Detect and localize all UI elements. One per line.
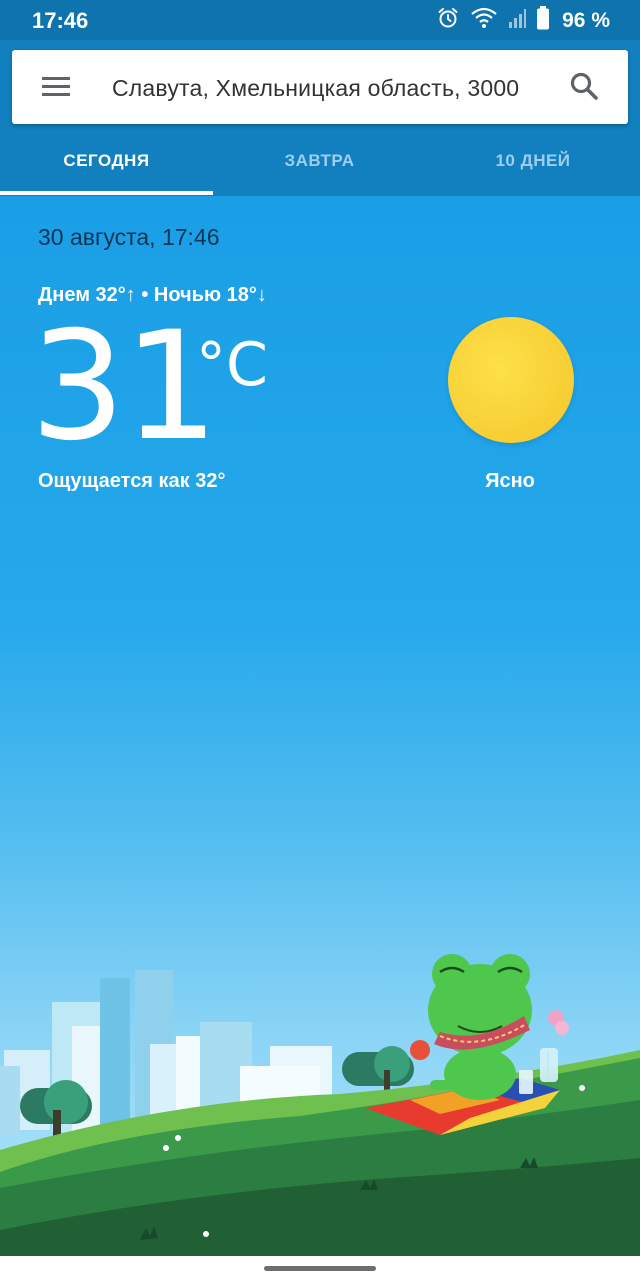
navigation-bar [0,1256,640,1280]
date-time: 30 августа, 17:46 [38,224,220,250]
feels-like: Ощущается как 32° [38,470,226,492]
cell-signal-icon [508,7,527,34]
home-gesture-handle[interactable] [264,1266,376,1271]
tab-today[interactable]: СЕГОДНЯ [0,140,213,196]
battery-percent: 96 % [562,8,610,32]
frog-icon [410,954,532,1100]
search-bar[interactable]: Славута, Хмельницкая область, 3000 [12,50,628,124]
wifi-icon [470,6,498,35]
current-temperature: 31 [30,300,219,474]
status-icons: 96 % [436,6,610,35]
weather-app: 17:46 96 % Славута, Хмельницкая область,… [0,0,640,1280]
weather-condition: Ясно [485,470,535,492]
tab-indicator [0,191,213,195]
tab-10-days[interactable]: 10 ДНЕЙ [426,140,640,196]
temperature-unit: °C [196,330,268,400]
alarm-icon [436,6,460,35]
frog-picnic-illustration [0,954,640,1256]
location-input[interactable]: Славута, Хмельницкая область, 3000 [112,72,548,104]
status-bar: 17:46 96 % [0,0,640,40]
search-icon[interactable] [566,68,602,104]
tab-tomorrow[interactable]: ЗАВТРА [213,140,426,196]
status-time: 17:46 [32,8,89,33]
battery-icon [536,6,550,35]
menu-icon[interactable] [38,72,74,102]
sun-icon [448,317,574,443]
